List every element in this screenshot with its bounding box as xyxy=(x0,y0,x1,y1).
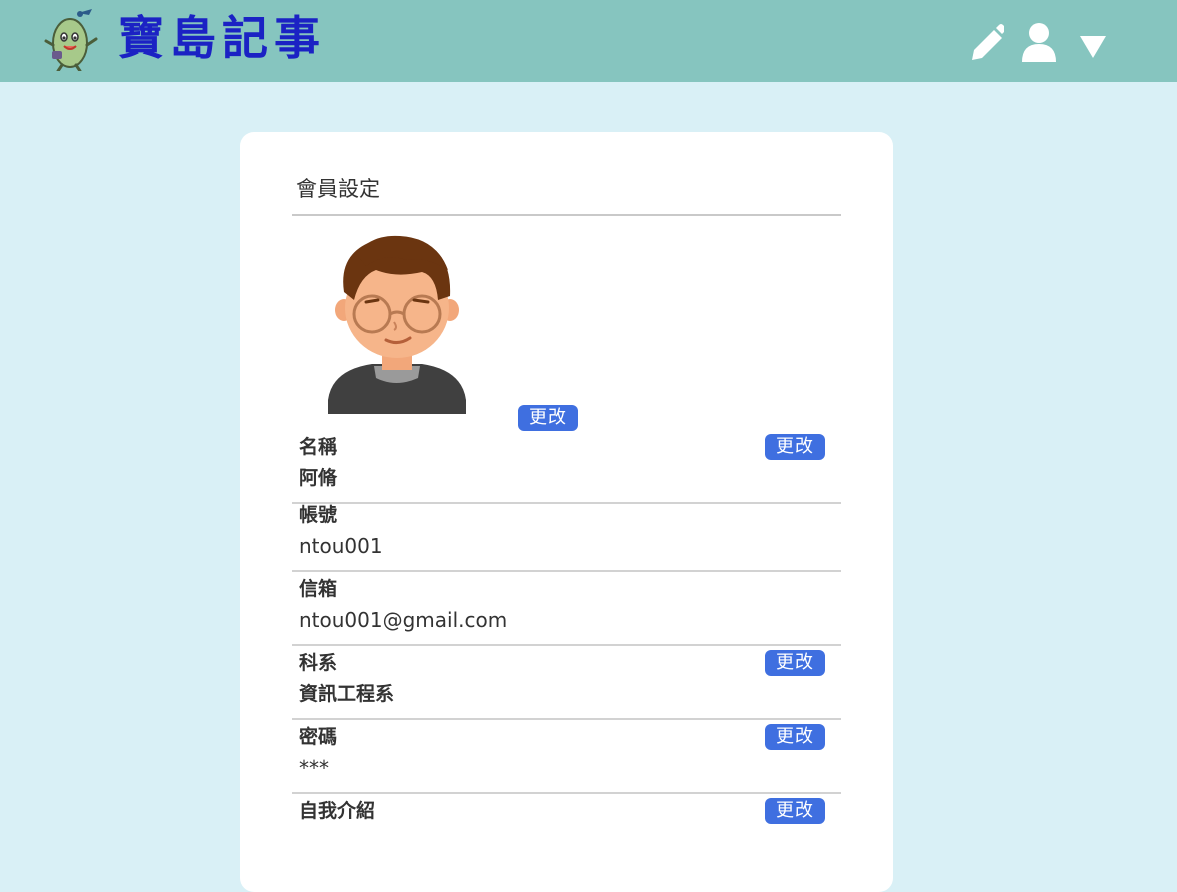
caret-down-icon[interactable] xyxy=(1078,34,1108,60)
change-department-button[interactable]: 更改 xyxy=(765,650,825,676)
field-value: 阿脩 xyxy=(299,467,338,489)
page-title: 會員設定 xyxy=(296,177,380,201)
pencil-icon[interactable] xyxy=(966,22,1004,62)
field-label: 名稱 xyxy=(299,436,338,458)
field-account: 帳號 ntou001 xyxy=(292,498,841,572)
field-label: 科系 xyxy=(299,652,338,674)
field-value: *** xyxy=(299,756,329,780)
field-bio: 自我介紹 更改 xyxy=(292,794,841,868)
member-settings-card: 會員設定 更改 名稱 更改 阿脩 帳號 ntou001 信箱 ntou001@g… xyxy=(240,132,893,892)
title-divider xyxy=(292,214,841,216)
top-navbar: 寶島記事 xyxy=(0,0,1177,82)
change-name-button[interactable]: 更改 xyxy=(765,434,825,460)
change-password-button[interactable]: 更改 xyxy=(765,724,825,750)
field-email: 信箱 ntou001@gmail.com xyxy=(292,572,841,646)
field-value: ntou001@gmail.com xyxy=(299,608,508,632)
user-icon[interactable] xyxy=(1020,22,1058,62)
change-avatar-button[interactable]: 更改 xyxy=(518,405,578,431)
field-label: 帳號 xyxy=(299,504,338,526)
field-password: 密碼 更改 *** xyxy=(292,720,841,794)
field-value: 資訊工程系 xyxy=(299,683,395,705)
field-label: 密碼 xyxy=(299,726,338,748)
field-value: ntou001 xyxy=(299,534,383,558)
change-bio-button[interactable]: 更改 xyxy=(765,798,825,824)
site-logo-text[interactable]: 寶島記事 xyxy=(118,8,326,68)
mascot-logo-icon[interactable] xyxy=(42,7,102,71)
field-name: 名稱 更改 阿脩 xyxy=(292,430,841,504)
avatar xyxy=(328,235,466,414)
field-department: 科系 更改 資訊工程系 xyxy=(292,646,841,720)
field-label: 信箱 xyxy=(299,578,338,600)
field-label: 自我介紹 xyxy=(299,800,376,822)
